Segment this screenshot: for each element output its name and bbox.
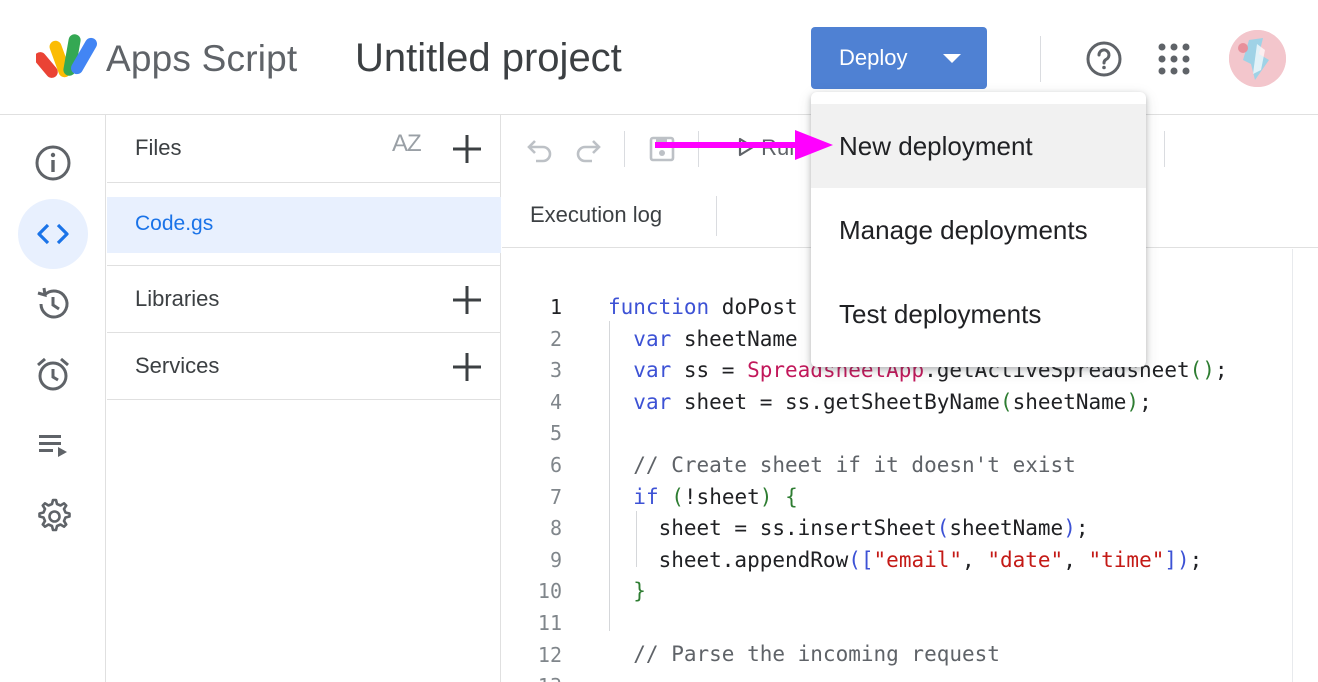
line-number: 9 — [549, 547, 562, 572]
project-settings-button[interactable] — [18, 480, 88, 550]
code-icon — [37, 223, 69, 245]
editor-scrollbar-edge — [1292, 249, 1293, 682]
apps-script-logo — [36, 34, 97, 78]
executions-button[interactable] — [18, 410, 88, 480]
toolbar-divider — [716, 196, 717, 236]
deploy-button[interactable]: Deploy — [811, 27, 987, 89]
deploy-button-label: Deploy — [839, 45, 908, 70]
file-item-code-gs[interactable]: Code.gs — [107, 197, 501, 253]
files-title: Files — [135, 135, 182, 160]
project-history-button[interactable] — [18, 269, 88, 339]
libraries-section: Libraries — [107, 265, 501, 333]
line-number: 1 — [549, 295, 562, 319]
avatar[interactable] — [1229, 30, 1286, 87]
code-line: if (!sheet) { — [633, 485, 798, 509]
info-icon — [35, 145, 71, 181]
execution-log-button[interactable]: Execution log — [530, 202, 662, 228]
undo-icon[interactable] — [526, 135, 554, 163]
executions-icon — [39, 435, 67, 457]
line-number: 13 — [502, 674, 562, 682]
menu-item-manage-deployments[interactable]: Manage deployments — [811, 188, 1146, 272]
left-nav-rail — [0, 115, 106, 682]
code-line: } — [608, 579, 646, 603]
libraries-title: Libraries — [135, 286, 220, 311]
line-number: 8 — [549, 516, 562, 541]
line-number: 12 — [537, 642, 562, 667]
caret-down-icon — [943, 54, 961, 63]
add-file-icon[interactable] — [452, 134, 482, 164]
annotation-arrow-icon — [655, 130, 833, 160]
add-service-icon[interactable] — [452, 352, 482, 382]
redo-icon[interactable] — [574, 135, 602, 163]
triggers-button[interactable] — [18, 339, 88, 409]
google-apps-icon[interactable] — [1157, 42, 1191, 76]
code-line: // Parse the incoming request — [608, 642, 1000, 666]
line-number: 10 — [537, 579, 562, 604]
line-number: 6 — [549, 453, 562, 477]
menu-item-new-deployment[interactable]: New deployment — [811, 104, 1146, 188]
line-number: 7 — [549, 484, 562, 509]
code-line: sheet = ss.insertSheet(sheetName); — [608, 516, 1089, 540]
sort-files-az-icon[interactable]: AZ — [392, 130, 422, 158]
gear-icon — [38, 498, 71, 532]
deploy-menu: New deployment Manage deployments Test d… — [811, 92, 1146, 367]
overview-button[interactable] — [18, 128, 88, 198]
code-line: var sheetName — [633, 327, 798, 351]
files-header: Files AZ — [107, 115, 501, 183]
toolbar-divider — [624, 131, 625, 167]
file-name: Code.gs — [135, 212, 214, 235]
line-number: 4 — [549, 389, 562, 414]
code-line: var sheet = ss.getSheetByName(sheetName)… — [633, 390, 1152, 414]
app-name: Apps Script — [106, 38, 298, 79]
code-line: sheet.appendRow(["email", "date", "time"… — [608, 548, 1203, 572]
toolbar-divider — [1164, 131, 1165, 167]
code-line: function doPost — [608, 295, 798, 319]
avatar-image — [1229, 30, 1286, 87]
history-icon — [37, 287, 69, 319]
add-library-icon[interactable] — [452, 285, 482, 315]
code-line: // Create sheet if it doesn't exist — [608, 453, 1076, 477]
alarm-icon — [37, 357, 69, 391]
services-section: Services — [107, 333, 501, 400]
line-number: 5 — [549, 421, 562, 446]
line-number: 3 — [549, 358, 562, 383]
project-title[interactable]: Untitled project — [355, 36, 622, 81]
header-divider — [1040, 36, 1041, 82]
line-number: 11 — [537, 611, 562, 635]
menu-item-test-deployments[interactable]: Test deployments — [811, 272, 1146, 356]
line-number: 2 — [549, 326, 562, 351]
editor-button[interactable] — [18, 199, 88, 269]
services-title: Services — [135, 353, 220, 378]
help-icon[interactable] — [1085, 40, 1123, 78]
files-panel: Files AZ Code.gs Libraries Services — [107, 115, 501, 682]
